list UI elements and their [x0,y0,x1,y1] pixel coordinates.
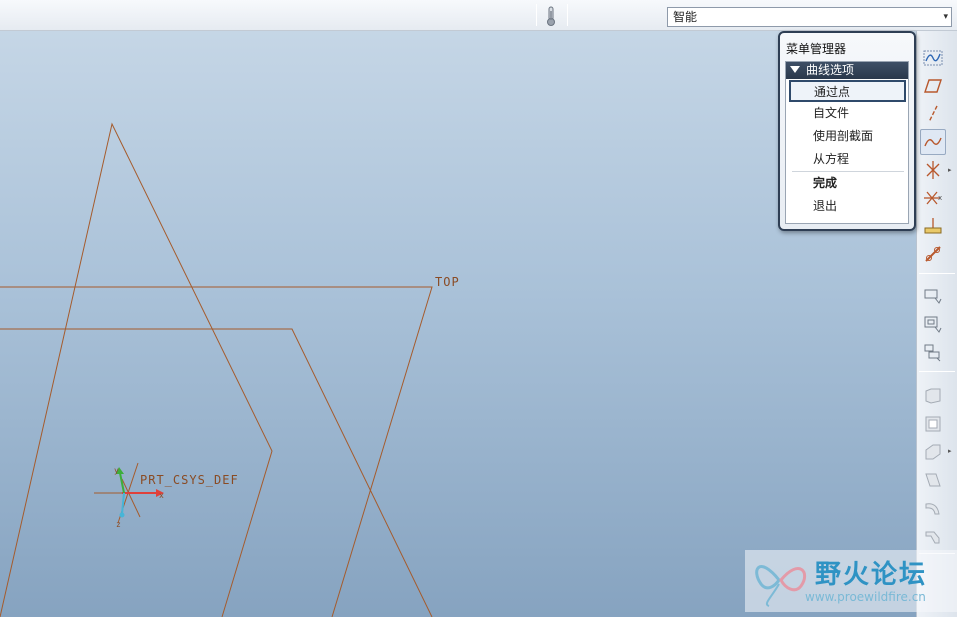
shell-icon[interactable] [920,411,946,437]
site-watermark: 野火论坛 www.proewildfire.cn [745,550,957,612]
selection-filter-value: 智能 [673,10,698,24]
csys-label: PRT_CSYS_DEF [140,473,239,487]
insert-feature-icon[interactable] [920,241,946,267]
regen-status-icon[interactable] [543,5,559,27]
curve-options-header[interactable]: 曲线选项 [786,62,908,79]
selection-filter-select[interactable]: 智能 ▾ [667,7,952,27]
menu-manager-title: 菜单管理器 [786,42,847,56]
menu-item-thru-points[interactable]: 通过点 [789,80,906,102]
round-icon[interactable] [920,495,946,521]
watermark-site-name: 野火论坛 [815,560,928,590]
point-offset-icon[interactable]: x [920,185,946,211]
flyout-arrow-icon[interactable]: ▸ [948,166,952,174]
datum-plane-icon[interactable] [920,73,946,99]
svg-text:x: x [938,194,942,202]
analysis-icon[interactable] [920,213,946,239]
datum-curve-icon[interactable] [920,129,946,155]
menu-manager-body: 曲线选项 通过点 自文件 使用剖截面 从方程 完成 退出 [785,61,909,224]
butterfly-logo-icon [755,565,807,607]
collapse-triangle-icon[interactable] [790,66,800,73]
draft-icon[interactable] [920,467,946,493]
flyout-arrow-icon[interactable]: ▸ [948,447,952,455]
move-icon[interactable] [920,311,946,337]
mirror-icon[interactable] [920,283,946,309]
csys-z-label: z [116,520,121,529]
curve-options-title: 曲线选项 [806,63,855,77]
csys-y-label: y [114,466,119,475]
toolbar-separator [567,4,568,26]
datum-point-icon[interactable] [920,157,946,183]
chamfer-icon[interactable] [920,523,946,549]
toolbar-separator [536,4,537,26]
datum-axis-icon[interactable] [920,101,946,127]
sketch-datum-curve-icon[interactable] [920,45,946,71]
toolbar-separator [919,371,955,372]
chevron-down-icon[interactable]: ▾ [943,8,948,26]
group-icon[interactable] [920,339,946,365]
menu-item-use-xsec[interactable]: 使用剖截面 [786,125,908,148]
right-feature-toolbar: ▸ x ▸ [916,31,957,617]
toolbar-separator [919,273,955,274]
menu-item-from-file[interactable]: 自文件 [786,102,908,125]
datum-curve-triangle [0,122,273,617]
extrude-icon[interactable] [920,383,946,409]
csys-icon[interactable] [94,462,164,524]
datum-plane-label: TOP [435,275,460,289]
rib-icon[interactable] [920,439,946,465]
menu-item-quit[interactable]: 退出 [786,195,908,218]
menu-item-from-equation[interactable]: 从方程 [786,148,908,171]
watermark-url: www.proewildfire.cn [805,590,926,604]
top-toolbar: 智能 ▾ [0,0,957,31]
csys-x-label: x [159,491,164,500]
menu-manager-dialog: 菜单管理器 曲线选项 通过点 自文件 使用剖截面 从方程 完成 退出 [778,31,916,231]
menu-item-done[interactable]: 完成 [786,172,908,195]
